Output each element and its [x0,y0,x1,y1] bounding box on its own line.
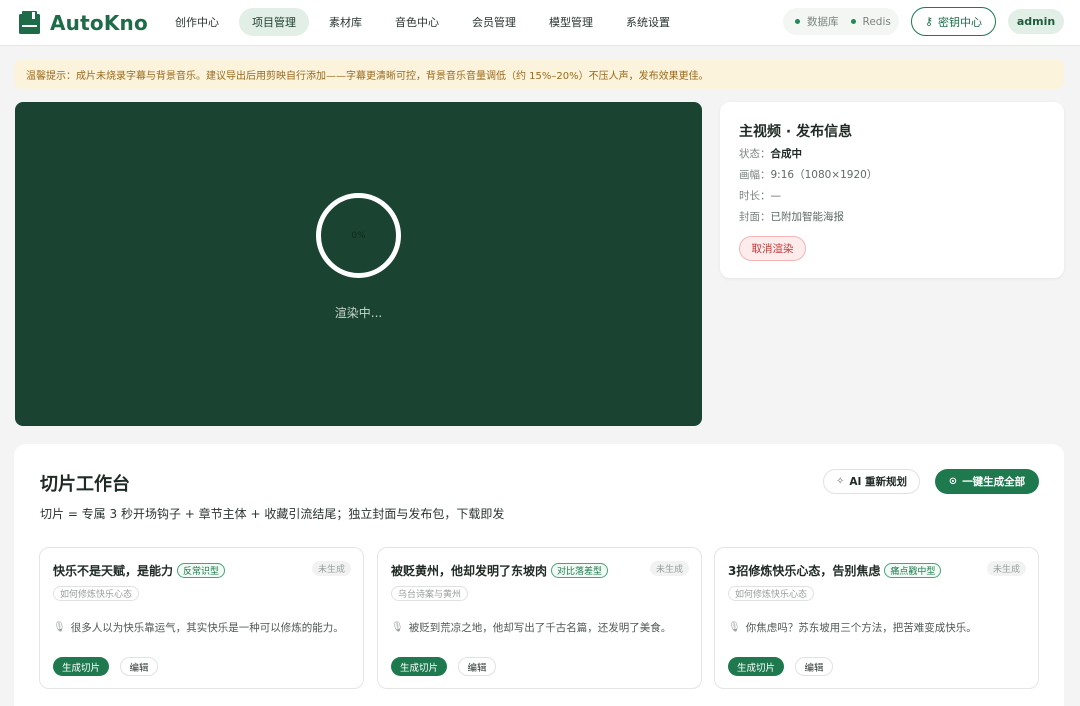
cover-value: 已附加智能海报 [770,211,845,223]
nav-item-voices[interactable]: 音色中心 [382,8,452,36]
mic-icon: 🎙 [391,622,404,633]
cover-row: 封面：已附加智能海报 [739,209,844,224]
tip-banner: 温馨提示：成片未烧录字幕与背景音乐。建议导出后用剪映自行添加——字幕更清晰可控，… [14,59,1064,89]
duration-value: — [770,190,782,202]
redis-status-dot [850,19,856,24]
chapter-tag: 如何修炼快乐心态 [53,586,140,601]
slice-type-tag: 痛点戳中型 [884,563,942,578]
ratio-value: 9:16（1080×1920） [770,169,878,181]
nav-item-creation[interactable]: 创作中心 [162,8,232,36]
edit-slice-button[interactable]: 编辑 [120,657,158,676]
generate-slice-button[interactable]: 生成切片 [53,657,109,676]
db-status-dot [795,19,800,24]
edit-slice-button[interactable]: 编辑 [458,657,496,676]
ratio-row: 画幅：9:16（1080×1920） [739,167,877,182]
slice-title-text: 3招修炼快乐心态，告别焦虑 [728,564,881,578]
workbench-description: 切片 = 专属 3 秒开场钩子 + 章节主体 + 收藏引流结尾；独立封面与发布包… [40,507,505,521]
ai-replan-button[interactable]: ✧ AI 重新规划 [823,469,920,494]
hook-quote: 🎙 你焦虑吗？苏东坡用三个方法，把苦难变成快乐。 [728,620,977,635]
hook-quote-text: 很多人以为快乐靠运气，其实快乐是一种可以修炼的能力。 [70,622,344,634]
nav-item-projects[interactable]: 项目管理 [239,8,309,36]
key-center-button[interactable]: ⚷ 密钥中心 [911,7,996,36]
app-logo[interactable]: AutoKno [18,10,148,35]
status-label: 状态： [739,148,771,160]
key-center-label: 密钥中心 [938,15,983,29]
main-nav: 创作中心 项目管理 素材库 音色中心 会员管理 模型管理 系统设置 [162,8,690,36]
slice-state-badge: 未生成 [986,561,1026,576]
nav-item-settings[interactable]: 系统设置 [613,8,683,36]
slice-type-tag: 对比落差型 [551,563,609,578]
slice-card-title: 被贬黄州，他却发明了东坡肉 对比落差型 [391,562,609,579]
nav-item-members[interactable]: 会员管理 [459,8,529,36]
service-status: 数据库 Redis [783,8,899,35]
publish-info-card: 主视频 · 发布信息 状态：合成中 画幅：9:16（1080×1920） 时长：… [720,102,1064,278]
progress-percent: 0% [351,230,366,241]
generate-all-label: 一键生成全部 [962,476,1026,488]
hook-quote: 🎙 很多人以为快乐靠运气，其实快乐是一种可以修炼的能力。 [53,620,344,635]
slice-card-title: 3招修炼快乐心态，告别焦虑 痛点戳中型 [728,562,942,579]
duration-row: 时长：— [739,188,781,203]
workbench-title: 切片工作台 [40,474,130,495]
generate-all-button[interactable]: ⊙ 一键生成全部 [935,469,1039,494]
slice-type-tag: 反常识型 [177,563,226,578]
db-status-label: 数据库 [807,16,839,28]
key-icon: ⚷ [924,15,934,28]
chapter-tag: 如何修炼快乐心态 [728,586,815,601]
ai-replan-label: AI 重新规划 [849,476,908,488]
top-navbar: AutoKno 创作中心 项目管理 素材库 音色中心 会员管理 模型管理 系统设… [0,0,1080,46]
play-circle-icon: ⊙ [948,476,958,487]
book-logo-icon [19,11,40,34]
render-status-text: 渲染中... [334,306,383,320]
slice-title-text: 快乐不是天赋，是能力 [53,564,174,578]
nav-item-assets[interactable]: 素材库 [316,8,375,36]
publish-info-title: 主视频 · 发布信息 [739,124,853,140]
generate-slice-button[interactable]: 生成切片 [391,657,447,676]
status-value: 合成中 [770,148,803,160]
slice-card-title: 快乐不是天赋，是能力 反常识型 [53,562,226,579]
hook-quote-text: 被贬到荒凉之地，他却写出了千古名篇，还发明了美食。 [408,622,672,634]
slice-workbench: 切片工作台 切片 = 专属 3 秒开场钩子 + 章节主体 + 收藏引流结尾；独立… [14,444,1064,706]
slice-card: 3招修炼快乐心态，告别焦虑 痛点戳中型 未生成 如何修炼快乐心态 🎙 你焦虑吗？… [714,547,1039,689]
mic-icon: 🎙 [53,622,66,633]
sparkle-icon: ✧ [835,476,845,487]
slice-state-badge: 未生成 [311,561,351,576]
slice-card: 被贬黄州，他却发明了东坡肉 对比落差型 未生成 乌台诗案与黄州 🎙 被贬到荒凉之… [377,547,702,689]
hook-quote-text: 你焦虑吗？苏东坡用三个方法，把苦难变成快乐。 [745,622,977,634]
cover-label: 封面： [739,211,771,223]
generate-slice-button[interactable]: 生成切片 [728,657,784,676]
redis-status-label: Redis [862,15,891,28]
slice-card: 快乐不是天赋，是能力 反常识型 未生成 如何修炼快乐心态 🎙 很多人以为快乐靠运… [39,547,364,689]
cancel-render-button[interactable]: 取消渲染 [739,236,806,261]
user-menu[interactable]: admin [1008,9,1064,34]
nav-item-models[interactable]: 模型管理 [536,8,606,36]
app-name: AutoKno [50,10,148,35]
ratio-label: 画幅： [739,169,771,181]
hook-quote: 🎙 被贬到荒凉之地，他却写出了千古名篇，还发明了美食。 [391,620,671,635]
mic-icon: 🎙 [728,622,741,633]
duration-label: 时长： [739,190,771,202]
chapter-tag: 乌台诗案与黄州 [391,586,469,601]
slice-state-badge: 未生成 [649,561,689,576]
slice-title-text: 被贬黄州，他却发明了东坡肉 [391,564,548,578]
edit-slice-button[interactable]: 编辑 [795,657,833,676]
status-row: 状态：合成中 [739,146,802,161]
